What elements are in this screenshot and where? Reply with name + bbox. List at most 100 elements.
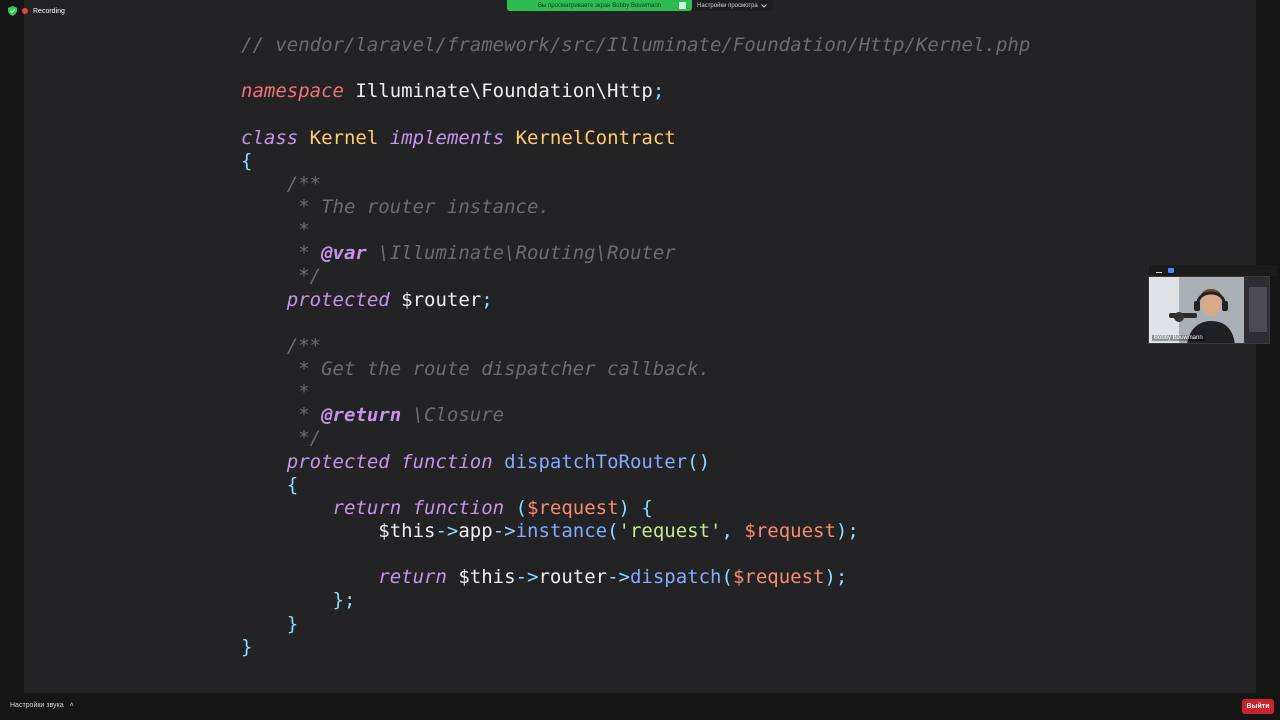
code-token: ( <box>721 566 733 589</box>
code-line: * Get the route dispatcher callback. <box>241 358 1030 381</box>
code-token: \Illuminate\Routing\Router <box>366 242 676 265</box>
code-token: */ <box>241 265 322 288</box>
code-token: router <box>538 566 608 589</box>
code-line: return $this->router->dispatch($request)… <box>241 566 1030 589</box>
code-token: protected <box>286 288 390 311</box>
audio-settings-label: Настройки звука <box>10 702 64 709</box>
participant-video[interactable]: Bobby Bouwmann <box>1148 276 1270 344</box>
bottom-bar: Настройки звука ˄ <box>0 693 1280 720</box>
code-line: protected function dispatchToRouter() <box>241 451 1030 474</box>
code-token: ; <box>481 288 493 311</box>
code-line: $this->app->instance('request', $request… <box>241 520 1030 543</box>
code-line: class Kernel implements KernelContract <box>241 127 1030 150</box>
share-banner-text: Вы просматриваете экран Bobby Bouwmann <box>538 2 661 9</box>
code-line: */ <box>241 265 1030 288</box>
code-token: * <box>241 404 322 427</box>
participant-name: Bobby Bouwmann <box>1152 335 1205 341</box>
code-token: -> <box>515 566 539 589</box>
code-token: ); <box>835 519 859 542</box>
code-token: return <box>332 496 402 519</box>
code-token: /** <box>241 334 322 357</box>
code-token: function <box>401 450 493 473</box>
share-banner: Вы просматриваете экран Bobby Bouwmann <box>507 0 692 11</box>
code-line: * <box>241 219 1030 242</box>
code-token: namespace <box>241 80 344 103</box>
code-line: protected $router; <box>241 289 1030 312</box>
code-token: ) { <box>618 496 653 519</box>
code-token: dispatch <box>629 566 722 589</box>
code-token: * <box>241 219 310 242</box>
code-token: $this <box>241 519 436 542</box>
code-line: * @return \Closure <box>241 404 1030 427</box>
recording-indicator[interactable]: Recording <box>8 5 65 17</box>
code-line: } <box>241 613 1030 636</box>
code-line: }; <box>241 589 1030 612</box>
recording-label: Recording <box>33 7 65 15</box>
code-token: dispatchToRouter <box>504 450 688 473</box>
view-options-label: Настройки просмотра <box>697 2 758 9</box>
code-token: /** <box>241 172 322 195</box>
code-token: class <box>241 126 299 149</box>
video-controls <box>1149 265 1277 276</box>
code-token: } <box>241 635 253 658</box>
code-token: * The router instance. <box>241 195 550 218</box>
code-token: { <box>241 149 253 172</box>
code-line: * The router instance. <box>241 196 1030 219</box>
code-token: // vendor/laravel/framework/src/Illumina… <box>241 34 1031 56</box>
leave-button[interactable]: Выйти <box>1242 699 1274 714</box>
code-token: Illuminate\Foundation\Http <box>343 80 653 103</box>
minimize-icon[interactable] <box>1156 272 1162 273</box>
code-token: instance <box>515 519 608 542</box>
camera-icon <box>679 2 686 9</box>
code-token: ); <box>824 566 848 589</box>
code-token: () <box>687 450 711 473</box>
code-token: KernelContract <box>515 126 676 149</box>
code-block: // vendor/laravel/framework/src/Illumina… <box>241 34 1030 659</box>
view-options-button[interactable]: Настройки просмотра <box>692 0 773 11</box>
code-token: ( <box>515 496 528 519</box>
participant-avatar <box>1149 277 1269 343</box>
code-token: */ <box>241 427 322 450</box>
code-token: \Closure <box>401 404 505 427</box>
layout-icon[interactable] <box>1168 268 1174 273</box>
code-token: * <box>241 242 322 265</box>
code-token: function <box>412 496 505 519</box>
code-token: { <box>286 473 299 496</box>
code-token: $this <box>446 566 516 589</box>
code-token: @return <box>321 404 402 427</box>
chevron-up-icon: ˄ <box>69 702 74 709</box>
code-line: */ <box>241 427 1030 450</box>
code-token: $request <box>732 566 825 589</box>
code-token: * Get the route dispatcher callback. <box>241 357 710 380</box>
code-line: return function ($request) { <box>241 497 1030 520</box>
shield-icon <box>8 6 17 16</box>
code-token: 'request' <box>618 519 722 542</box>
code-line: } <box>241 636 1030 659</box>
code-token: }; <box>332 589 356 612</box>
code-token: $request <box>744 519 836 542</box>
code-token: $router <box>389 288 482 311</box>
code-line: * @var \Illuminate\Routing\Router <box>241 242 1030 265</box>
audio-settings-button[interactable]: Настройки звука ˄ <box>10 702 74 709</box>
code-line: /** <box>241 173 1030 196</box>
code-line: /** <box>241 335 1030 358</box>
recording-dot-icon <box>22 8 28 14</box>
code-token: implements <box>389 126 505 149</box>
code-token: -> <box>607 566 630 589</box>
shared-screen: // vendor/laravel/framework/src/Illumina… <box>24 0 1256 693</box>
code-token: @var <box>321 242 367 265</box>
code-token: -> <box>492 519 516 542</box>
